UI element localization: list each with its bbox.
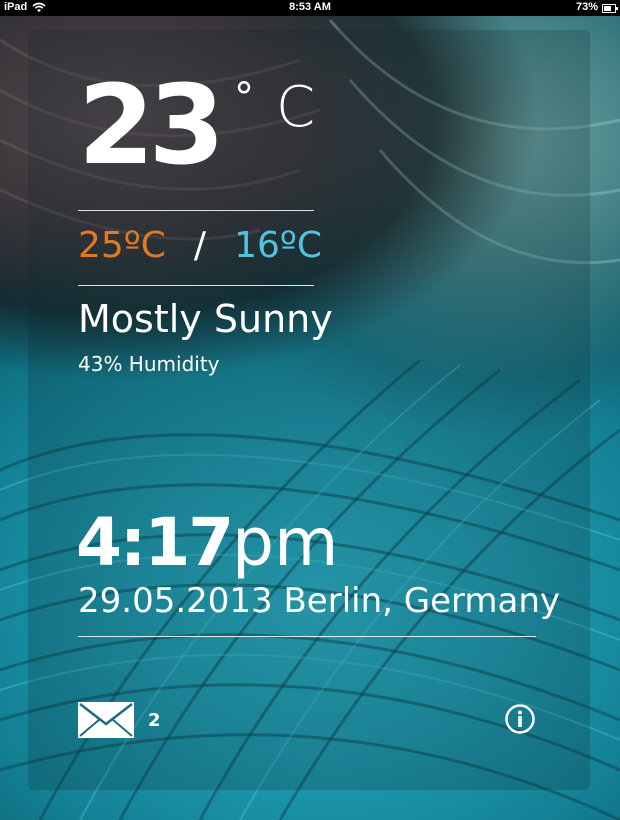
battery-percent: 73% xyxy=(575,1,598,13)
mail-count-badge: 2 xyxy=(148,709,161,731)
divider-clock xyxy=(78,636,536,637)
range-separator: / xyxy=(193,225,207,266)
temperature-unit: C xyxy=(276,75,316,140)
status-time: 8:53 AM xyxy=(289,1,331,13)
widget-content: 23 ° C 25ºC / 16ºC Mostly Sunny 43% Humidi… xyxy=(0,0,620,820)
divider-bottom xyxy=(78,285,314,286)
degree-symbol: ° xyxy=(234,75,254,121)
envelope-icon xyxy=(78,702,134,738)
high-temperature: 25ºC xyxy=(78,225,166,266)
temperature-range: 25ºC / 16ºC xyxy=(78,228,322,264)
divider-top xyxy=(78,210,314,211)
mail-button[interactable]: 2 xyxy=(78,702,161,738)
status-bar: iPad 8:53 AM 73% xyxy=(0,0,620,16)
clock: 4:17pm xyxy=(76,510,338,576)
clock-time: 4:17 xyxy=(76,504,234,581)
current-temperature: 23 xyxy=(78,61,225,189)
battery-icon xyxy=(602,4,618,13)
battery-level-fill xyxy=(604,6,612,11)
low-temperature: 16ºC xyxy=(234,225,322,266)
date-location: 29.05.2013 Berlin, Germany xyxy=(78,581,561,621)
humidity: 43% Humidity xyxy=(78,352,220,376)
weather-condition: Mostly Sunny xyxy=(78,297,333,341)
info-icon[interactable] xyxy=(505,704,535,734)
screen: iPad 8:53 AM 73% 23 ° C 25ºC / 16ºC Mostly… xyxy=(0,0,620,820)
clock-ampm: pm xyxy=(232,504,339,581)
